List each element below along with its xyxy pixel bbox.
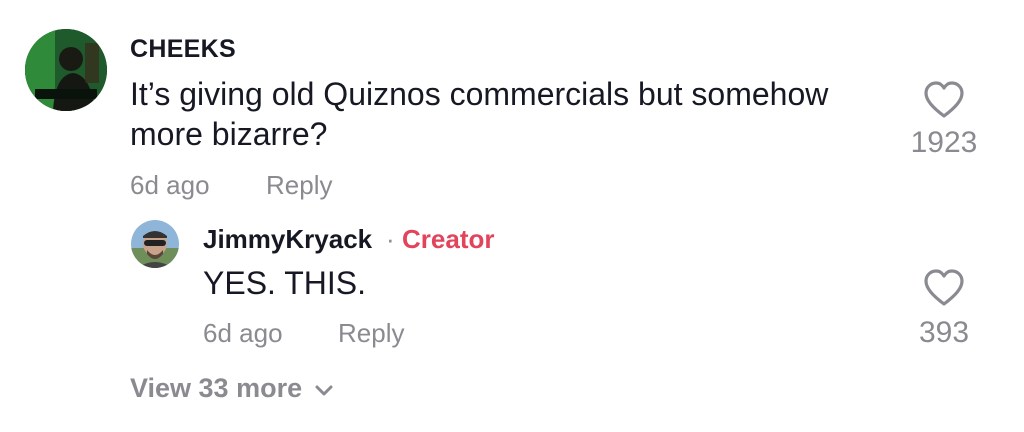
view-more-replies-button[interactable]: View 33 more xyxy=(130,373,334,404)
user-avatar[interactable] xyxy=(131,220,179,268)
comment-date: 6d ago xyxy=(130,170,210,200)
comment-text: It’s giving old Quiznos commercials but … xyxy=(130,76,829,152)
reply-username[interactable]: JimmyKryack xyxy=(203,224,372,255)
reply-button[interactable]: Reply xyxy=(338,318,404,349)
like-heart-icon[interactable] xyxy=(922,80,966,120)
view-more-label: View 33 more xyxy=(130,373,303,403)
reply-date: 6d ago xyxy=(203,318,283,348)
creator-badge: Creator xyxy=(402,224,495,254)
separator-dot: · xyxy=(386,224,395,254)
like-count: 393 xyxy=(918,316,970,349)
comment-username[interactable]: CHEEKS xyxy=(130,35,236,64)
reply-button[interactable]: Reply xyxy=(266,170,332,201)
reply-text: YES. THIS. xyxy=(203,265,367,301)
comments-thread: CHEEKS It’s giving old Quiznos commercia… xyxy=(0,0,1024,432)
like-heart-icon[interactable] xyxy=(922,268,966,308)
user-avatar[interactable] xyxy=(25,29,107,111)
like-count: 1923 xyxy=(910,126,978,159)
chevron-down-icon xyxy=(315,385,333,395)
